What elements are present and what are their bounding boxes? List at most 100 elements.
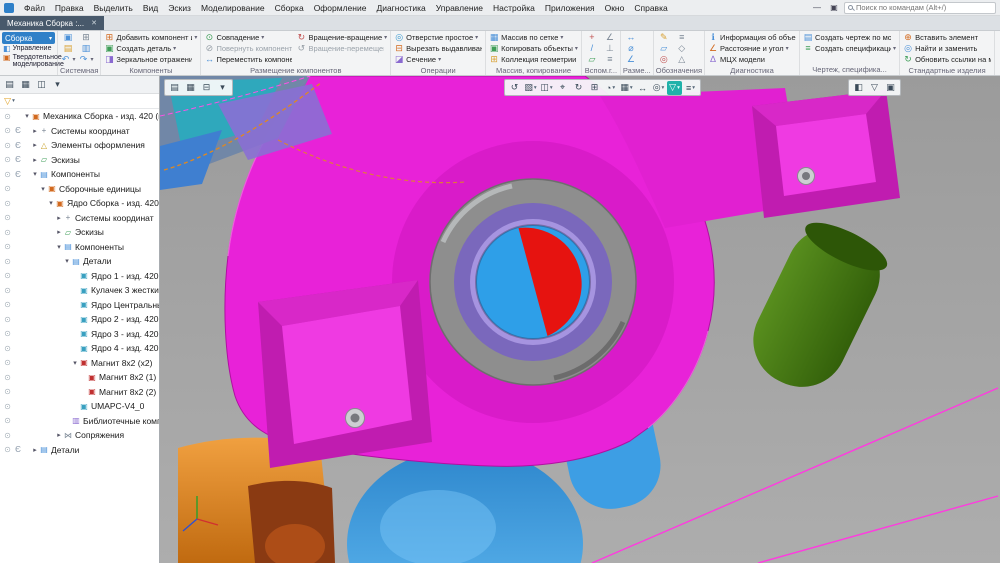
print[interactable]: ⊞ [78,32,94,43]
expander-icon[interactable]: ▾ [39,185,47,193]
tree-row[interactable]: ⊙▾▣Сборочные единицы [0,182,159,197]
menu-item-13[interactable]: Окно [600,3,630,13]
menu-item-8[interactable]: Оформление [309,3,372,13]
save[interactable]: ▣ [60,32,76,43]
tree-row[interactable]: ⊙▸+Системы координат [0,211,159,226]
tree-row[interactable]: ⊙▸⋈Сопряжения [0,428,159,443]
designation[interactable]: ◎ [656,54,672,65]
menu-item-7[interactable]: Сборка [270,3,309,13]
grid-pattern[interactable]: ▦Массив по сетке▾ [488,32,579,43]
rotation-translation-mate[interactable]: ↺Вращение-перемещение [295,43,388,54]
tree-row[interactable]: ⊙▣Ядро 2 - изд. 420 (компакт... [0,312,159,327]
expander-icon[interactable]: ▸ [31,127,39,135]
update-links[interactable]: ↻Обновить ссылки на мод... [902,54,992,65]
3d-viewport[interactable]: ▤▦⊟▾ ↺▧▾◫▾⌖↻⊞◔▾▦▾↔◎▾▽▾≡▾ ◧▽▣ [160,76,1000,563]
aux-angle[interactable]: ∠ [602,32,618,43]
object-info[interactable]: ℹИнформация об объекте [707,32,797,43]
pan-view-icon[interactable]: ↔ [635,81,650,95]
interface-layout-icon[interactable]: ▣ [827,2,841,14]
table[interactable]: ≡ [674,32,690,43]
expander-icon[interactable]: ▾ [47,199,55,207]
angle-dimension[interactable]: ∠ [623,54,639,65]
expander-icon[interactable]: ▸ [31,446,39,454]
collapse-ribbon-icon[interactable]: — [810,2,824,14]
scene-settings-icon[interactable]: ≡▾ [683,81,698,95]
menu-item-3[interactable]: Выделить [89,3,138,13]
upper-right-boss[interactable] [752,90,900,218]
search-input[interactable] [856,3,992,12]
tree-composition-view-icon[interactable]: ▦ [18,78,33,92]
tree-row[interactable]: ⊙▣UMAPC-V4_0 [0,399,159,414]
menu-item-12[interactable]: Приложения [540,3,600,13]
lower-left-boss[interactable] [258,280,432,468]
menu-item-5[interactable]: Эскиз [163,3,196,13]
visibility-eye-icon[interactable]: ⊙ [2,126,13,135]
tree-row[interactable]: ⊙▣Ядро 3 - изд. 420 (компакт... [0,327,159,342]
expander-icon[interactable]: ▾ [63,257,71,265]
panels-toggle-icon[interactable]: ▤ [167,81,182,95]
menu-item-11[interactable]: Настройка [488,3,540,13]
visibility-eye-icon[interactable]: ⊙ [2,170,13,179]
simple-hole[interactable]: ◎Отверстие простое▾ [393,32,483,43]
visibility-eye-icon[interactable]: ⊙ [2,155,13,164]
visibility-eye-icon[interactable]: ⊙ [2,344,13,353]
copy-objects[interactable]: ▣Копировать объекты▾ [488,43,579,54]
rotate-view-icon[interactable]: ↻ [571,81,586,95]
grid-icon[interactable]: ▦▾ [619,81,634,95]
tree-row[interactable]: ⊙▣Магнит 8х2 (1) [0,370,159,385]
menu-item-2[interactable]: Правка [50,3,89,13]
hide-components-icon[interactable]: ◎▾ [651,81,666,95]
visibility-eye-icon[interactable]: ⊙ [2,315,13,324]
menu-item-9[interactable]: Диагностика [371,3,430,13]
open[interactable]: ▤ [60,43,76,54]
visibility-eye-icon[interactable]: ⊙ [2,373,13,382]
visibility-eye-icon[interactable]: ⊙ [2,402,13,411]
add-component[interactable]: ⊞Добавить компонент из...▾ [103,32,198,43]
copy[interactable]: ▥ [78,43,94,54]
aux-perpendicular[interactable]: ⊥ [602,43,618,54]
menu-item-1[interactable]: Файл [19,3,50,13]
find-replace[interactable]: ◎Найти и заменить [902,43,992,54]
tree-row[interactable]: ⊙Є▸△Элементы оформления [0,138,159,153]
mirror-components[interactable]: ◨Зеркальное отражение ко... [103,54,198,65]
visibility-eye-icon[interactable]: ⊙ [2,213,13,222]
tolerance[interactable]: ◇ [674,43,690,54]
section[interactable]: ◪Сечение▾ [393,54,483,65]
toolset-item-management[interactable]: ◧ Управление [2,45,55,53]
visibility-eye-icon[interactable]: ⊙ [2,228,13,237]
document-tab[interactable]: Механика Сборка :... ✕ [0,16,104,30]
tree-row[interactable]: ⊙Є▸▤Детали [0,443,159,458]
tree-row[interactable]: ⊙Є▸+Системы координат [0,124,159,139]
diameter-dimension[interactable]: ⌀ [623,43,639,54]
visibility-eye-icon[interactable]: ⊙ [2,387,13,396]
visibility-eye-icon[interactable]: ⊙ [2,141,13,150]
tree-filter-icon[interactable]: ▽▾ [2,94,17,108]
zoom-window-icon[interactable]: ⊞ [587,81,602,95]
tree-row[interactable]: ⊙▾▣Ядро Сборка - изд. 420 (комп... [0,196,159,211]
expander-icon[interactable]: ▸ [31,141,39,149]
coincident-mate[interactable]: ⊙Совпадение▾ [203,32,293,43]
toolset-active[interactable]: Сборка ▾ [2,32,55,44]
tree-row[interactable]: ⊙Є▾▤Компоненты [0,167,159,182]
close-tab-icon[interactable]: ✕ [91,19,97,27]
visibility-eye-icon[interactable]: ⊙ [2,112,13,121]
expander-icon[interactable]: ▸ [31,156,39,164]
create-drawing[interactable]: ▤Создать чертеж по модели [802,32,897,43]
visibility-eye-icon[interactable]: ⊙ [2,300,13,309]
fit-all-icon[interactable]: ⌖ [555,81,570,95]
insert-element[interactable]: ⊕Вставить элемент [902,32,992,43]
linear-dimension[interactable]: ↔ [623,32,639,43]
view-settings-icon[interactable]: ▣ [883,81,898,95]
previous-view-icon[interactable]: ↺ [507,81,522,95]
cut-extrude[interactable]: ⊟Вырезать выдавливанием [393,43,483,54]
display-mode-icon[interactable]: ▧▾ [523,81,538,95]
aux-plane[interactable]: ▱ [584,54,600,65]
tree-row[interactable]: ⊙Є▸▱Эскизы [0,153,159,168]
tree-row[interactable]: ⊙▣Ядро 4 - изд. 420 (компакт... [0,341,159,356]
mass-properties[interactable]: ∆МЦХ модели [707,54,797,65]
visibility-eye-icon[interactable]: ⊙ [2,445,13,454]
note[interactable]: ✎ [656,32,672,43]
tree-row[interactable]: ⊙▾▤Компоненты [0,240,159,255]
aux-axis[interactable]: / [584,43,600,54]
visibility-eye-icon[interactable]: ⊙ [2,271,13,280]
